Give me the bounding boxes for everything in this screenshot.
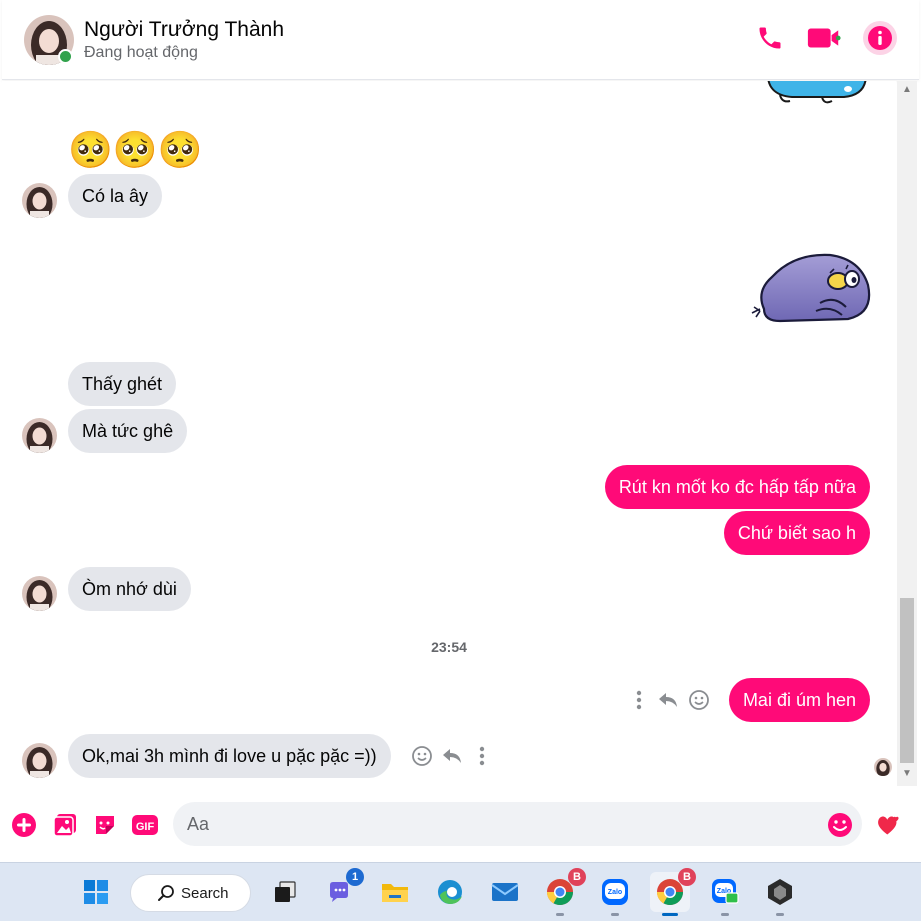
zalo-chat-icon[interactable]: Zalo — [705, 872, 745, 916]
gif-icon[interactable]: GIF — [131, 812, 159, 838]
heart-icon[interactable] — [876, 812, 902, 838]
plus-icon[interactable] — [11, 812, 37, 838]
search-icon — [157, 884, 175, 906]
sender-avatar[interactable] — [22, 183, 57, 218]
message-bubble-outgoing[interactable]: Mai đi úm hen — [728, 678, 870, 722]
contact-status: Đang hoạt động — [84, 44, 198, 61]
reply-icon[interactable] — [440, 744, 464, 768]
chat-scrollbar[interactable]: ▲ ▼ — [897, 81, 917, 786]
phone-call-icon[interactable] — [752, 20, 788, 56]
file-explorer-icon[interactable] — [375, 872, 415, 912]
message-bubble-incoming[interactable]: Có la ây — [68, 174, 163, 218]
running-indicator — [721, 913, 729, 916]
scroll-up-arrow-icon[interactable]: ▲ — [902, 84, 912, 95]
message-bubble-incoming[interactable]: Mà tức ghê — [68, 409, 188, 453]
teams-icon[interactable]: 1 — [320, 868, 364, 912]
chrome-active-icon[interactable]: B — [650, 868, 696, 916]
message-bubble-incoming[interactable]: Òm nhớ dùi — [68, 567, 191, 611]
active-indicator — [662, 913, 678, 916]
zalo-icon[interactable]: Zalo — [595, 872, 635, 916]
sticker-penguin[interactable] — [750, 251, 874, 325]
taskbar-search[interactable]: Search — [130, 874, 251, 912]
zalo-label: Zalo — [608, 889, 622, 896]
message-input[interactable] — [173, 802, 862, 846]
scroll-thumb[interactable] — [900, 598, 914, 763]
sticker-partial — [762, 81, 872, 109]
chrome-icon[interactable]: B — [540, 868, 586, 916]
reply-icon[interactable] — [656, 688, 680, 712]
more-options-icon[interactable] — [470, 744, 494, 768]
video-call-icon[interactable] — [806, 20, 842, 56]
windows-taskbar: Search 1 B Zalo B Zalo — [0, 862, 921, 921]
edge-browser-icon[interactable] — [430, 872, 470, 912]
message-bubble-incoming[interactable]: Ok,mai 3h mình đi love u pặc pặc =)) — [68, 734, 391, 778]
running-indicator — [556, 913, 564, 916]
unity-icon[interactable] — [760, 872, 800, 916]
scroll-down-arrow-icon[interactable]: ▼ — [902, 768, 912, 779]
profile-badge: B — [568, 868, 586, 886]
sender-avatar[interactable] — [22, 576, 57, 611]
windows-start-icon[interactable] — [76, 872, 116, 912]
sender-avatar[interactable] — [22, 418, 57, 453]
gif-label: GIF — [136, 821, 155, 833]
emoji-icon[interactable] — [827, 812, 853, 838]
running-indicator — [776, 913, 784, 916]
message-composer: GIF — [0, 786, 921, 862]
conversation-area[interactable]: 🥺🥺🥺 Có la ây Thấy ghét Mà tức ghê Rút kn… — [2, 81, 896, 786]
profile-badge: B — [678, 868, 696, 886]
running-indicator — [611, 913, 619, 916]
mail-icon[interactable] — [485, 872, 525, 912]
task-view-icon[interactable] — [265, 872, 305, 912]
message-bubble-outgoing[interactable]: Rút kn mốt ko đc hấp tấp nữa — [604, 465, 870, 509]
message-timestamp: 23:54 — [431, 639, 467, 655]
sender-avatar[interactable] — [22, 743, 57, 778]
search-label: Search — [181, 884, 229, 902]
info-icon[interactable] — [862, 20, 898, 56]
chat-header: Người Trưởng Thành Đang hoạt động — [2, 0, 919, 80]
message-bubble-incoming[interactable]: Thấy ghét — [68, 362, 177, 406]
notification-badge: 1 — [346, 868, 364, 886]
message-bubble-outgoing[interactable]: Chứ biết sao h — [723, 511, 870, 555]
emoji-message[interactable]: 🥺🥺🥺 — [68, 128, 202, 172]
sticker-icon[interactable] — [92, 812, 118, 838]
react-icon[interactable] — [687, 688, 711, 712]
more-options-icon[interactable] — [627, 688, 651, 712]
online-indicator — [58, 49, 73, 64]
react-icon[interactable] — [410, 744, 434, 768]
contact-name[interactable]: Người Trưởng Thành — [84, 18, 284, 42]
messenger-app: Người Trưởng Thành Đang hoạt động 🥺🥺🥺 Có… — [0, 0, 921, 921]
seen-receipt-avatar — [874, 758, 892, 776]
photo-icon[interactable] — [52, 812, 78, 838]
